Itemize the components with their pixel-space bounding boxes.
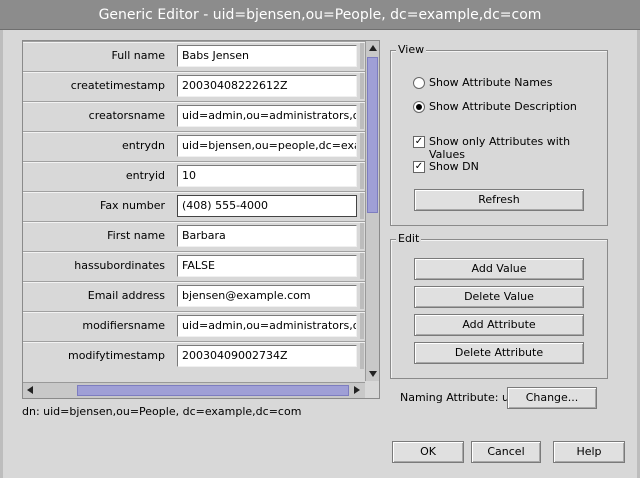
attribute-label: modifiersname xyxy=(82,319,165,332)
attribute-row: creatorsname uid=admin,ou=administrators,… xyxy=(23,101,365,131)
horizontal-scroll-thumb[interactable] xyxy=(77,385,349,396)
attribute-row: modifiersname uid=admin,ou=administrators… xyxy=(23,311,365,341)
row-edge-handle xyxy=(360,103,364,129)
row-edge-handle xyxy=(360,163,364,189)
attribute-table: Full name Babs Jensen createtimestamp 20030… xyxy=(22,40,380,399)
help-button[interactable]: Help xyxy=(553,441,625,463)
scroll-up-arrow-icon[interactable] xyxy=(369,45,377,51)
attribute-row: entryid 10 xyxy=(23,161,365,191)
attribute-value-field[interactable]: 20030409002734Z xyxy=(177,345,357,367)
show-names-radio[interactable] xyxy=(413,77,425,89)
row-edge-handle xyxy=(360,133,364,159)
attribute-row: Full name Babs Jensen xyxy=(23,41,365,71)
row-edge-handle xyxy=(360,253,364,279)
attribute-rows: Full name Babs Jensen createtimestamp 20030… xyxy=(23,41,365,381)
delete-attribute-button[interactable]: Delete Attribute xyxy=(414,342,584,364)
row-edge-handle xyxy=(360,313,364,339)
row-edge-handle xyxy=(360,223,364,249)
add-value-button[interactable]: Add Value xyxy=(414,258,584,280)
attribute-label: createtimestamp xyxy=(70,79,165,92)
add-attribute-button[interactable]: Add Attribute xyxy=(414,314,584,336)
attribute-value-field[interactable]: uid=admin,ou=administrators,ou=top xyxy=(177,315,357,337)
window-frame-left xyxy=(0,30,3,478)
view-group-title: View xyxy=(396,43,427,56)
attribute-value-field[interactable]: 20030408222612Z xyxy=(177,75,357,97)
row-edge-handle xyxy=(360,193,364,219)
change-button[interactable]: Change... xyxy=(507,387,597,409)
attribute-label: Full name xyxy=(111,49,165,62)
attribute-value-field[interactable]: 10 xyxy=(177,165,357,187)
attribute-row: modifytimestamp 20030409002734Z xyxy=(23,341,365,371)
row-edge-handle xyxy=(360,283,364,309)
show-dn-label: Show DN xyxy=(429,160,479,173)
attribute-row: First name Barbara xyxy=(23,221,365,251)
attribute-label: First name xyxy=(107,229,165,242)
attribute-row: Email address bjensen@example.com xyxy=(23,281,365,311)
edit-group: Edit Add Value Delete Value Add Attribut… xyxy=(390,232,608,379)
vertical-scrollbar[interactable] xyxy=(365,41,379,381)
naming-attribute-label: Naming Attribute: uid xyxy=(400,391,519,404)
window-title: Generic Editor - uid=bjensen,ou=People, … xyxy=(0,0,640,30)
attribute-label: entryid xyxy=(125,169,165,182)
only-values-label: Show only Attributes with Values xyxy=(429,135,571,161)
scroll-right-arrow-icon[interactable] xyxy=(354,386,360,394)
view-group: View Show Attribute Names Show Attribute… xyxy=(390,43,608,226)
show-description-radio[interactable] xyxy=(413,101,425,113)
show-names-label: Show Attribute Names xyxy=(429,76,553,89)
edit-group-title: Edit xyxy=(396,232,422,245)
attribute-label: entrydn xyxy=(121,139,165,152)
show-description-label: Show Attribute Description xyxy=(429,100,577,113)
cancel-button[interactable]: Cancel xyxy=(471,441,541,463)
attribute-label: modifytimestamp xyxy=(67,349,165,362)
attribute-value-field[interactable]: bjensen@example.com xyxy=(177,285,357,307)
attribute-value-field[interactable]: (408) 555-4000 xyxy=(177,195,357,217)
attribute-label: Email address xyxy=(87,289,165,302)
attribute-value-field[interactable]: FALSE xyxy=(177,255,357,277)
attribute-row: Fax number (408) 555-4000 xyxy=(23,191,365,221)
ok-button[interactable]: OK xyxy=(392,441,464,463)
delete-value-button[interactable]: Delete Value xyxy=(414,286,584,308)
attribute-value-field[interactable]: Barbara xyxy=(177,225,357,247)
attribute-label: creatorsname xyxy=(88,109,165,122)
show-dn-checkbox[interactable]: ✓ xyxy=(413,161,425,173)
only-values-checkbox[interactable]: ✓ xyxy=(413,136,425,148)
scroll-left-arrow-icon[interactable] xyxy=(27,386,33,394)
attribute-row: hassubordinates FALSE xyxy=(23,251,365,281)
horizontal-scrollbar[interactable] xyxy=(23,382,365,398)
dn-text: dn: uid=bjensen,ou=People, dc=example,dc… xyxy=(22,405,302,418)
attribute-label: Fax number xyxy=(100,199,165,212)
vertical-scroll-thumb[interactable] xyxy=(367,57,378,213)
attribute-value-field[interactable]: uid=bjensen,ou=people,dc=example xyxy=(177,135,357,157)
refresh-button[interactable]: Refresh xyxy=(414,189,584,211)
attribute-row: entrydn uid=bjensen,ou=people,dc=example xyxy=(23,131,365,161)
row-edge-handle xyxy=(360,73,364,99)
attribute-value-field[interactable]: uid=admin,ou=administrators,ou=top xyxy=(177,105,357,127)
row-edge-handle xyxy=(360,43,364,69)
attribute-row: createtimestamp 20030408222612Z xyxy=(23,71,365,101)
attribute-value-field[interactable]: Babs Jensen xyxy=(177,45,357,67)
row-edge-handle xyxy=(360,343,364,369)
scroll-down-arrow-icon[interactable] xyxy=(369,371,377,377)
attribute-label: hassubordinates xyxy=(74,259,165,272)
